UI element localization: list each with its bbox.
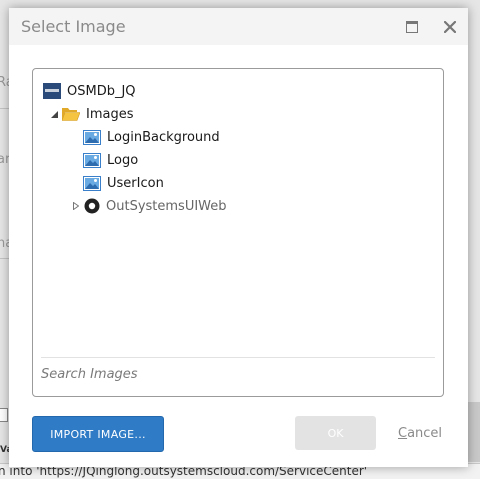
tree-item-label: OutSystemsUIWeb: [106, 198, 227, 214]
tree-item-module[interactable]: OutSystemsUIWeb: [72, 196, 227, 216]
maximize-icon: [406, 21, 418, 33]
background-scrollbar: [468, 402, 480, 462]
import-image-button[interactable]: IMPORT IMAGE...: [32, 416, 164, 452]
image-icon: [83, 129, 101, 145]
tree-item-image[interactable]: UserIcon: [83, 173, 164, 193]
module-icon: [84, 198, 100, 214]
search-images-input[interactable]: [41, 365, 431, 383]
collapsed-arrow-icon[interactable]: [72, 202, 80, 210]
folder-open-icon: [62, 108, 80, 121]
maximize-button[interactable]: [399, 14, 425, 40]
tree-item-image[interactable]: LoginBackground: [83, 127, 220, 147]
close-button[interactable]: [437, 14, 463, 40]
dialog-title: Select Image: [21, 17, 126, 36]
image-tree-panel: OSMDb_JQ Images LoginBackground Logo Use…: [32, 68, 444, 397]
cancel-button[interactable]: Cancel: [398, 426, 442, 441]
tree-item-image[interactable]: Logo: [83, 150, 138, 170]
image-icon: [83, 175, 101, 191]
tree-item-label: UserIcon: [107, 175, 164, 191]
expanded-arrow-icon[interactable]: [50, 110, 58, 118]
tree-item-label: LoginBackground: [107, 129, 220, 145]
ok-button[interactable]: OK: [295, 416, 376, 450]
background-checkbox: [0, 408, 8, 422]
image-icon: [83, 152, 101, 168]
cancel-label: Cancel: [398, 426, 443, 441]
tree-item-label: OSMDb_JQ: [67, 83, 136, 99]
tree-item-application[interactable]: OSMDb_JQ: [43, 81, 136, 101]
search-divider: [41, 357, 435, 358]
select-image-dialog: Select Image OSMDb_JQ Images LoginBackgr…: [9, 8, 468, 467]
dialog-titlebar: Select Image: [9, 8, 468, 45]
close-icon: [444, 21, 456, 33]
application-icon: [43, 83, 61, 99]
tree-item-images-folder[interactable]: Images: [50, 104, 134, 124]
tree-item-label: Logo: [107, 152, 139, 168]
tree-item-label: Images: [86, 106, 134, 122]
